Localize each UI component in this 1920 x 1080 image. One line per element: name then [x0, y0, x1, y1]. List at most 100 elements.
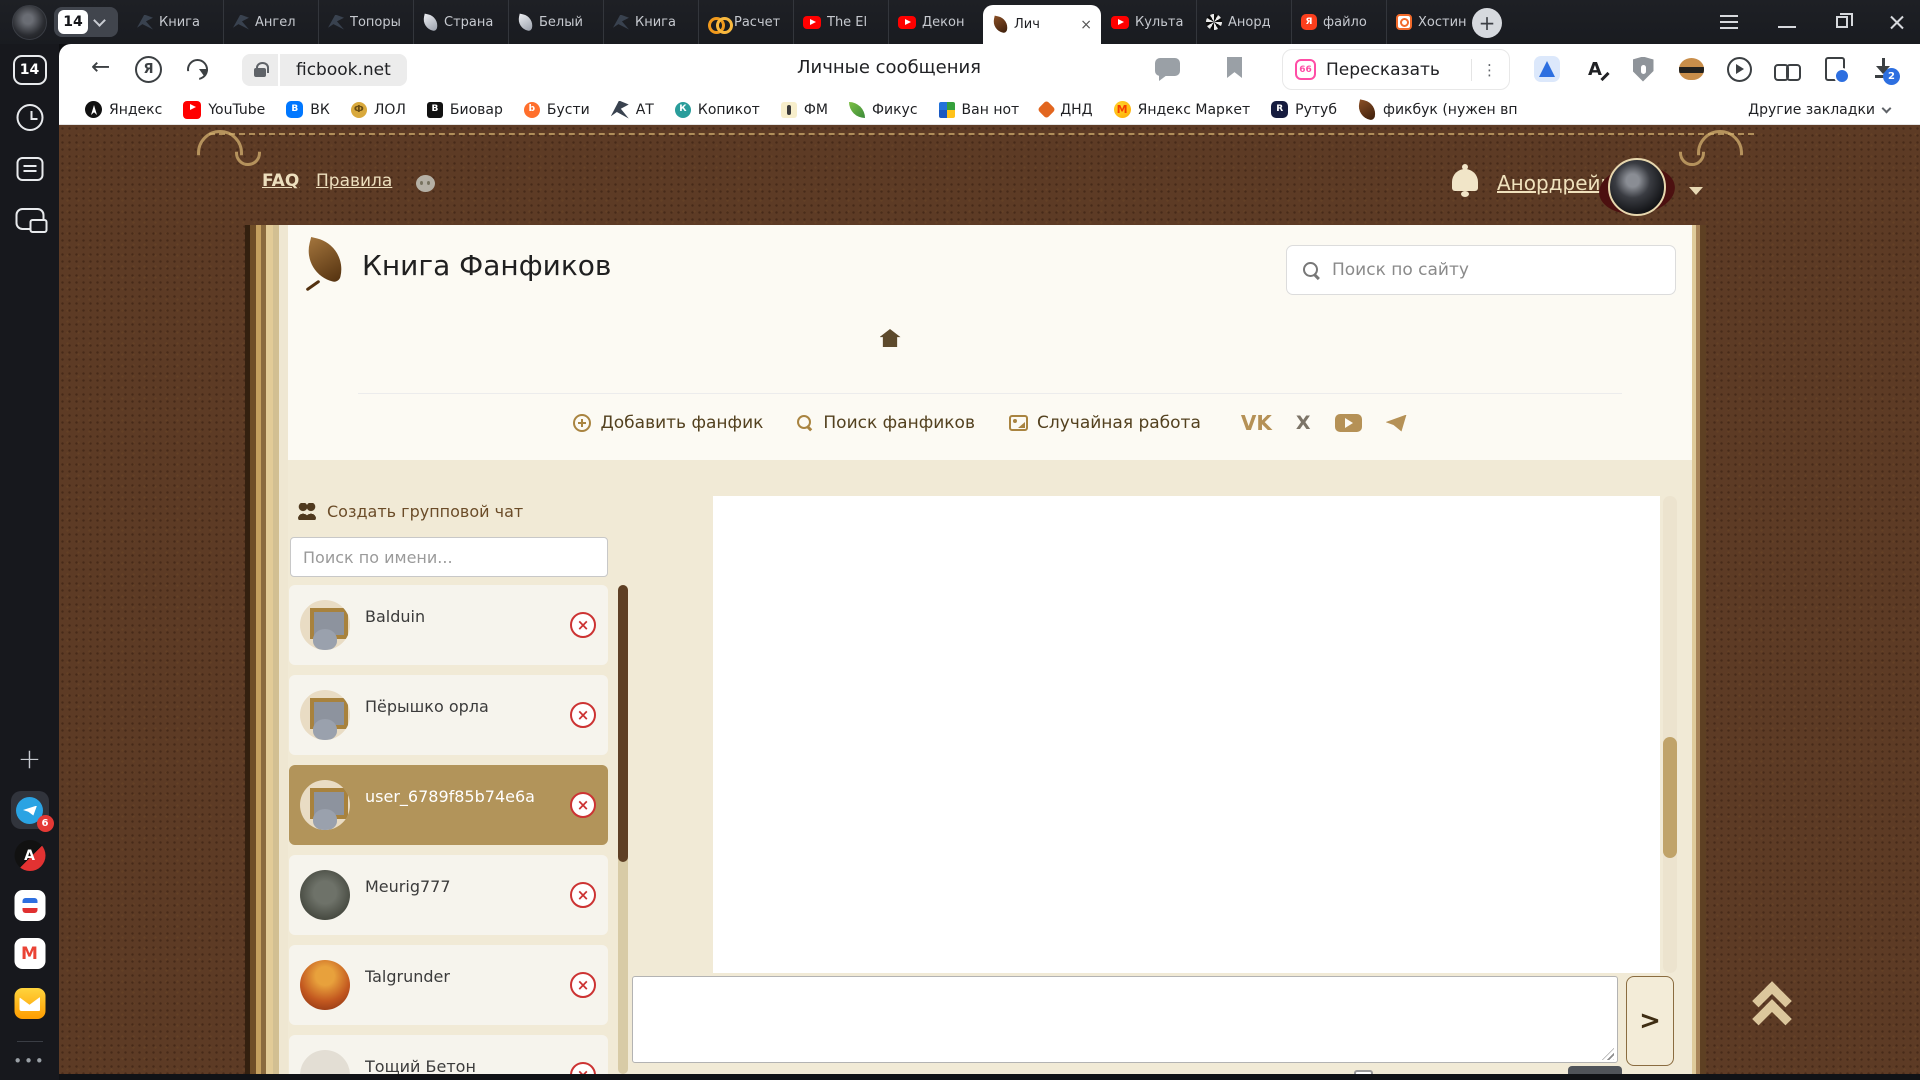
youtube-icon[interactable]: [1335, 414, 1362, 432]
browser-tab[interactable]: Ангел ×: [223, 0, 318, 44]
other-bookmarks-button[interactable]: Другие закладки: [1748, 95, 1890, 125]
bookmark-item[interactable]: b Бусти: [524, 102, 590, 118]
chat-list-item[interactable]: user_6789f85b74e6a ×: [289, 765, 608, 845]
remove-chat-icon[interactable]: ×: [570, 972, 596, 998]
close-window-icon[interactable]: [1888, 15, 1906, 29]
browser-tab[interactable]: Лич ×: [983, 5, 1101, 44]
remove-chat-icon[interactable]: ×: [570, 702, 596, 728]
subnav-link[interactable]: Добавить фанфик: [573, 413, 763, 433]
menu-icon[interactable]: [1720, 15, 1738, 29]
browser-tab[interactable]: Декон ×: [888, 0, 983, 44]
downloads-icon[interactable]: 2: [1867, 53, 1899, 85]
send-message-button[interactable]: >: [1626, 976, 1674, 1066]
privacy-shield-icon[interactable]: [1627, 53, 1659, 85]
bookmark-item[interactable]: Яндекс: [85, 101, 162, 118]
username-link[interactable]: Анордрейк: [1497, 171, 1613, 195]
bookmark-item[interactable]: Ф ЛОЛ: [351, 102, 406, 118]
maximize-icon[interactable]: [1836, 16, 1848, 28]
remove-chat-icon[interactable]: ×: [570, 612, 596, 638]
chat-list-item[interactable]: Пёрышко орла ×: [289, 675, 608, 755]
retell-button[interactable]: 66 Пересказать ⋮: [1282, 49, 1510, 90]
sidebar-more-icon[interactable]: •••: [13, 1052, 46, 1070]
browser-tab[interactable]: Книга ×: [603, 0, 698, 44]
comments-icon[interactable]: [1155, 58, 1180, 76]
chat-scrollbar-thumb[interactable]: [618, 585, 628, 862]
bookmark-item[interactable]: фикбук (нужен вп: [1358, 101, 1517, 119]
vk-icon[interactable]: VK: [1241, 411, 1272, 435]
browser-tab[interactable]: Я файло ×: [1291, 0, 1386, 44]
site-logo[interactable]: Книга Фанфиков: [302, 241, 611, 289]
gosuslugi-icon[interactable]: [14, 890, 45, 921]
sidebar-tab-counter[interactable]: 14: [13, 55, 47, 85]
browser-tab[interactable]: Культа ×: [1101, 0, 1196, 44]
piggy-icon[interactable]: [416, 175, 435, 192]
bookmark-item[interactable]: B Биовар: [427, 102, 503, 118]
faq-link[interactable]: FAQ: [262, 171, 299, 191]
gmail-icon[interactable]: M: [14, 938, 45, 969]
chat-name-search-input[interactable]: [290, 537, 608, 577]
address-bar[interactable]: ficbook.net: [242, 54, 407, 86]
sidebar-add-icon[interactable]: +: [18, 742, 41, 775]
bookmark-item[interactable]: B ВК: [286, 101, 330, 118]
scroll-to-top-button[interactable]: [1749, 987, 1797, 1039]
site-search-input[interactable]: [1332, 260, 1659, 280]
messages-scrollbar-track[interactable]: [1663, 496, 1677, 973]
remove-chat-icon[interactable]: ×: [570, 792, 596, 818]
back-icon[interactable]: ←: [91, 54, 110, 80]
reader-extension-icon[interactable]: [1531, 53, 1563, 85]
chat-scrollbar-track[interactable]: [618, 585, 628, 1074]
yandex-mail-icon[interactable]: [14, 988, 45, 1019]
user-menu-caret-icon[interactable]: [1689, 187, 1703, 195]
x-icon[interactable]: X: [1296, 412, 1311, 434]
message-composer-input[interactable]: [632, 976, 1618, 1063]
bookmark-item[interactable]: ДНД: [1040, 102, 1092, 118]
notes-icon[interactable]: [16, 157, 43, 181]
tabs-glasses-extension-icon[interactable]: [1771, 53, 1803, 85]
browser-tab[interactable]: Страна ×: [413, 0, 508, 44]
remove-chat-icon[interactable]: ×: [570, 1062, 596, 1074]
home-icon[interactable]: [880, 329, 901, 347]
bookmark-item[interactable]: Ван нот: [939, 102, 1020, 118]
spellcheck-extension-icon[interactable]: A: [1579, 53, 1611, 85]
subnav-link[interactable]: Поиск фанфиков: [797, 413, 975, 433]
video-player-extension-icon[interactable]: [1723, 53, 1755, 85]
bookmark-item[interactable]: R Рутуб: [1271, 101, 1337, 118]
bookmark-item[interactable]: К Копикот: [675, 102, 760, 118]
tab-counter[interactable]: 14: [54, 7, 118, 37]
chat-list-item[interactable]: Balduin ×: [289, 585, 608, 665]
bookmark-item[interactable]: ФМ: [781, 102, 828, 118]
reload-icon[interactable]: [187, 59, 208, 80]
browser-tab[interactable]: Белый ×: [508, 0, 603, 44]
bookmark-flag-icon[interactable]: [1227, 57, 1242, 78]
rules-link[interactable]: Правила: [316, 171, 392, 191]
bookmark-item[interactable]: Фикус: [849, 102, 918, 118]
browser-tab[interactable]: Анорд ×: [1196, 0, 1291, 44]
browser-tab[interactable]: Хостин ×: [1386, 0, 1481, 44]
translator-icon[interactable]: A: [14, 840, 45, 871]
notifications-bell-icon[interactable]: [1452, 169, 1478, 191]
doc-edit-extension-icon[interactable]: [1819, 53, 1851, 85]
chat-list-item[interactable]: Meurig777 ×: [289, 855, 608, 935]
history-clock-icon[interactable]: [16, 104, 43, 131]
browser-tab[interactable]: Книга ×: [128, 0, 223, 44]
create-group-chat-button[interactable]: Создать групповой чат: [296, 502, 523, 521]
telegram-icon[interactable]: 6: [11, 791, 49, 829]
chat-list-item[interactable]: Talgrunder ×: [289, 945, 608, 1025]
yandex-browser-icon[interactable]: Я: [135, 56, 162, 83]
subnav-link[interactable]: Случайная работа: [1009, 413, 1201, 433]
site-search[interactable]: [1286, 245, 1676, 295]
bookmark-item[interactable]: АТ: [611, 101, 654, 119]
chat-list-item[interactable]: Тощий Бетон ×: [289, 1035, 608, 1074]
bookmark-item[interactable]: M Яндекс Маркет: [1114, 101, 1251, 118]
bookmark-item[interactable]: YouTube: [183, 101, 265, 119]
browser-profile-avatar[interactable]: [12, 5, 47, 40]
messages-scrollbar-thumb[interactable]: [1663, 737, 1677, 858]
screenshot-icon[interactable]: [15, 208, 44, 230]
retell-menu-icon[interactable]: ⋮: [1482, 61, 1497, 79]
minimize-icon[interactable]: [1778, 26, 1796, 28]
url-text[interactable]: ficbook.net: [280, 54, 407, 86]
remove-chat-icon[interactable]: ×: [570, 882, 596, 908]
user-avatar[interactable]: [1608, 158, 1666, 216]
browser-tab[interactable]: Топоры ×: [318, 0, 413, 44]
new-tab-button[interactable]: +: [1472, 8, 1502, 38]
